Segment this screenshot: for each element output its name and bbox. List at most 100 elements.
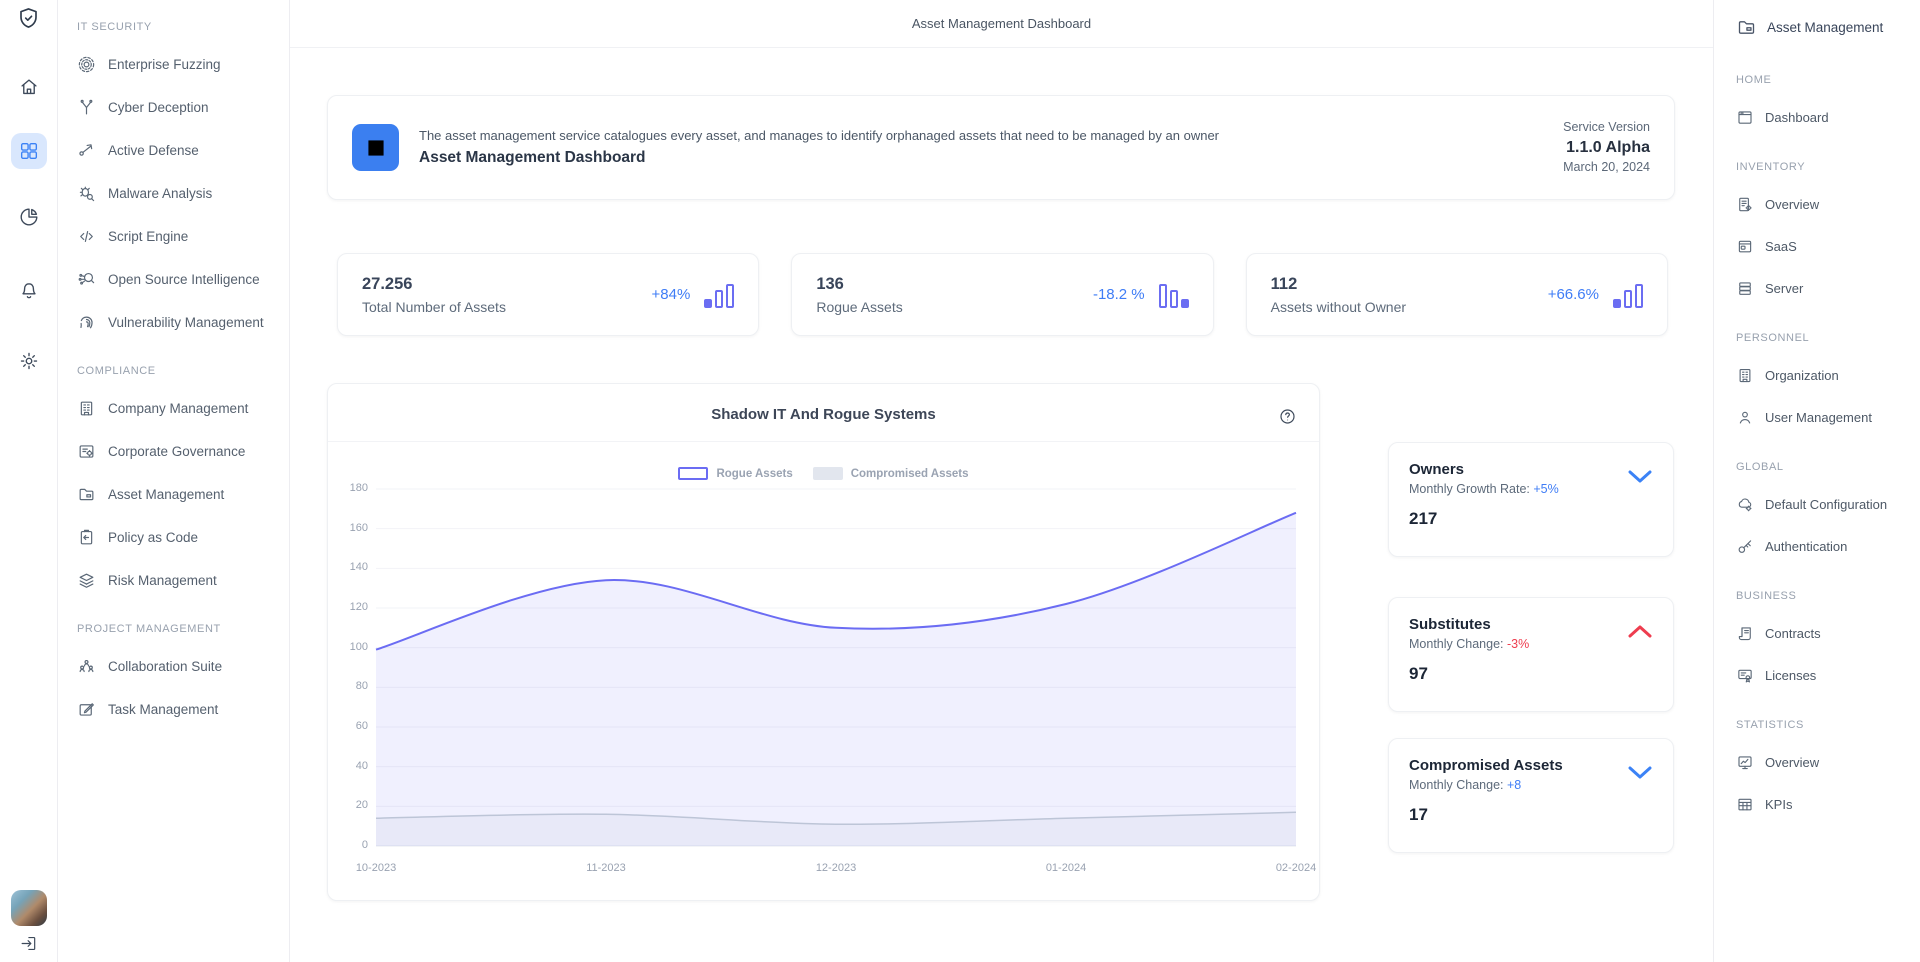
sidebar-item-user-management[interactable]: User Management [1736, 396, 1920, 438]
rail-item-logo[interactable] [11, 0, 47, 36]
sidebar-item-malware-analysis[interactable]: Malware Analysis [77, 172, 289, 215]
sidebar-item-dashboard[interactable]: Dashboard [1736, 96, 1920, 138]
info-card-subtitle: Monthly Change: -3% [1409, 637, 1653, 651]
rail-item-reports[interactable] [11, 199, 47, 235]
building-icon [77, 399, 96, 418]
sign-out-button[interactable] [19, 934, 38, 958]
sidebar-item-cyber-deception[interactable]: Cyber Deception [77, 86, 289, 129]
table-icon [1736, 795, 1754, 813]
user-avatar[interactable] [11, 890, 47, 926]
sidebar-item-vulnerability-management[interactable]: Vulnerability Management [77, 301, 289, 344]
chevron-down-icon[interactable] [1627, 469, 1653, 484]
nav-section-title: HOME [1736, 73, 1920, 87]
sidebar-item-authentication[interactable]: Authentication [1736, 525, 1920, 567]
nav-item-label: Task Management [108, 702, 218, 717]
x-axis-tick: 10-2023 [336, 862, 416, 874]
sidebar-item-contracts[interactable]: Contracts [1736, 612, 1920, 654]
rail-item-notifications[interactable] [11, 273, 47, 309]
folder-tab-icon [77, 485, 96, 504]
x-axis-tick: 11-2023 [566, 862, 646, 874]
key-icon [1736, 537, 1754, 555]
legend-label: Rogue Assets [716, 468, 792, 480]
sidebar-item-policy-as-code[interactable]: Policy as Code [77, 516, 289, 559]
nav-item-label: Policy as Code [108, 530, 198, 545]
nav-section-title: STATISTICS [1736, 718, 1920, 732]
sidebar-item-licenses[interactable]: Licenses [1736, 654, 1920, 696]
sidebar-item-company-management[interactable]: Company Management [77, 387, 289, 430]
service-version-date: March 20, 2024 [1563, 158, 1650, 177]
x-axis-tick: 12-2023 [796, 862, 876, 874]
list-gear-icon [77, 442, 96, 461]
bars-ascending-icon [704, 282, 734, 308]
people-icon [77, 657, 96, 676]
right-sidebar-header: Asset Management [1736, 16, 1920, 38]
service-version-value: 1.1.0 Alpha [1563, 137, 1650, 158]
stat-value: 112 [1271, 275, 1406, 294]
legend-item-compromised-assets[interactable]: Compromised Assets [813, 467, 969, 480]
target-icon [77, 55, 96, 74]
user-icon [1736, 408, 1754, 426]
icon-rail [0, 0, 58, 962]
sidebar-item-corporate-governance[interactable]: Corporate Governance [77, 430, 289, 473]
window-icon [1736, 108, 1754, 126]
info-card-value: 17 [1409, 805, 1653, 825]
chevron-down-icon[interactable] [1627, 765, 1653, 780]
y-axis-tick: 20 [328, 799, 368, 811]
stat-label: Rogue Assets [816, 299, 902, 315]
sidebar-item-collaboration-suite[interactable]: Collaboration Suite [77, 645, 289, 688]
sidebar-item-organization[interactable]: Organization [1736, 354, 1920, 396]
sidebar-item-enterprise-fuzzing[interactable]: Enterprise Fuzzing [77, 43, 289, 86]
nav-section: HOME Dashboard [1736, 73, 1920, 138]
nav-item-label: User Management [1765, 410, 1872, 425]
window-tag-icon [1736, 237, 1754, 255]
nav-item-label: Licenses [1765, 668, 1816, 683]
nav-item-label: Script Engine [108, 229, 188, 244]
legend-item-rogue-assets[interactable]: Rogue Assets [678, 467, 792, 480]
osint-search-icon [77, 270, 96, 289]
sidebar-item-overview[interactable]: Overview [1736, 741, 1920, 783]
rail-item-apps[interactable] [11, 133, 47, 169]
info-card-value: 97 [1409, 664, 1653, 684]
edit-square-icon [77, 700, 96, 719]
sidebar-item-server[interactable]: Server [1736, 267, 1920, 309]
nav-section-title: INVENTORY [1736, 160, 1920, 174]
chart-title: Shadow IT And Rogue Systems [328, 406, 1319, 423]
sidebar-item-task-management[interactable]: Task Management [77, 688, 289, 731]
sidebar-item-saas[interactable]: SaaS [1736, 225, 1920, 267]
nav-item-label: Server [1765, 281, 1803, 296]
series-area-rogue-assets [376, 513, 1296, 846]
y-axis-tick: 120 [328, 601, 368, 613]
info-card-subtitle: Monthly Growth Rate: +5% [1409, 482, 1653, 496]
layers-icon [77, 571, 96, 590]
rail-item-settings[interactable] [11, 343, 47, 379]
sidebar-item-kpis[interactable]: KPIs [1736, 783, 1920, 825]
sidebar-item-open-source-intelligence[interactable]: Open Source Intelligence [77, 258, 289, 301]
nav-section: BUSINESSContractsLicenses [1736, 589, 1920, 696]
rail-item-home[interactable] [11, 69, 47, 105]
nav-item-label: Overview [1765, 197, 1819, 212]
chevron-up-icon[interactable] [1627, 624, 1653, 639]
sidebar-item-active-defense[interactable]: Active Defense [77, 129, 289, 172]
nav-section-title: COMPLIANCE [77, 364, 289, 378]
nav-item-label: Malware Analysis [108, 186, 212, 201]
sidebar-item-overview[interactable]: Overview [1736, 183, 1920, 225]
y-axis-tick: 60 [328, 720, 368, 732]
nav-section: STATISTICS OverviewKPIs [1736, 718, 1920, 825]
stat-value: 27.256 [362, 275, 506, 294]
header-card: The asset management service catalogues … [327, 95, 1675, 200]
nav-item-label: Authentication [1765, 539, 1847, 554]
info-card-value: 217 [1409, 509, 1653, 529]
legend-label: Compromised Assets [851, 468, 969, 480]
nav-section: COMPLIANCE Company ManagementCorporate Go… [77, 364, 289, 602]
help-icon[interactable] [1278, 407, 1297, 426]
left-sidebar: IT SECURITYEnterprise FuzzingCyber Decep… [58, 0, 290, 962]
info-card-substitutes: SubstitutesMonthly Change: -3%97 [1388, 597, 1674, 712]
nav-section: IT SECURITYEnterprise FuzzingCyber Decep… [77, 20, 289, 344]
sidebar-item-default-configuration[interactable]: Default Configuration [1736, 483, 1920, 525]
right-sidebar-title: Asset Management [1767, 20, 1883, 35]
sidebar-item-script-engine[interactable]: Script Engine [77, 215, 289, 258]
sidebar-item-asset-management[interactable]: Asset Management [77, 473, 289, 516]
sign-out-icon [19, 934, 38, 953]
sidebar-item-risk-management[interactable]: Risk Management [77, 559, 289, 602]
dashboard-tile-icon [352, 124, 399, 171]
